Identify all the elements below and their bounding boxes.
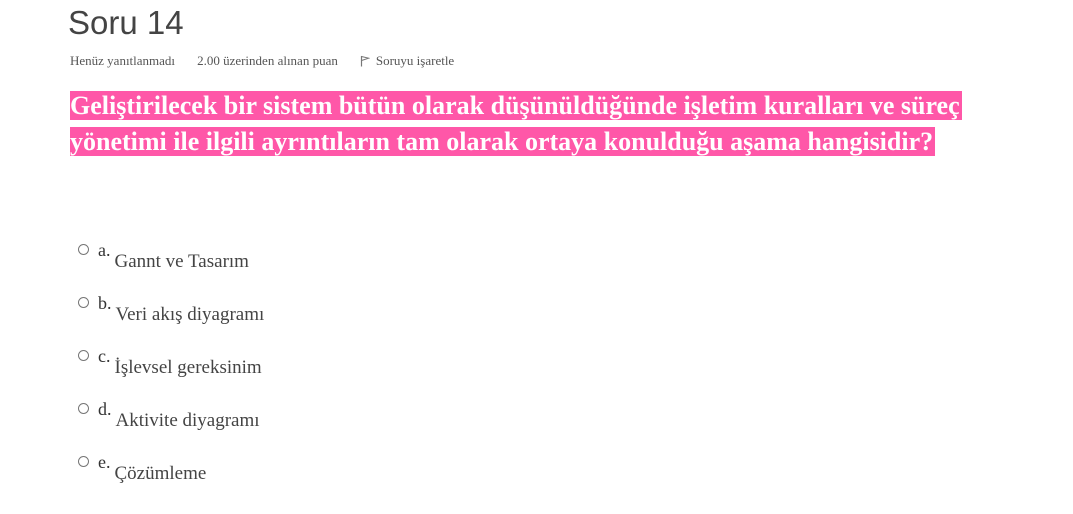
- answer-option-e[interactable]: e. Çözümleme: [78, 452, 264, 505]
- answer-options: a. Gannt ve Tasarım b. Veri akış diyagra…: [78, 240, 264, 505]
- answer-option-c[interactable]: c. İşlevsel gereksinim: [78, 346, 264, 399]
- answer-text[interactable]: Çözümleme: [115, 464, 207, 484]
- question-text: Geliştirilecek bir sistem bütün olarak d…: [70, 88, 1060, 160]
- radio-button[interactable]: [78, 244, 89, 255]
- flag-question-link[interactable]: Soruyu işaretle: [360, 52, 454, 70]
- answer-option-a[interactable]: a. Gannt ve Tasarım: [78, 240, 264, 293]
- question-status: Henüz yanıtlanmadı: [70, 53, 176, 68]
- flag-icon: [360, 55, 370, 67]
- radio-button[interactable]: [78, 350, 89, 361]
- answer-text[interactable]: Veri akış diyagramı: [116, 305, 265, 325]
- radio-button[interactable]: [78, 456, 89, 467]
- answer-text[interactable]: Gannt ve Tasarım: [115, 252, 249, 272]
- question-title: Soru 14: [68, 4, 184, 41]
- answer-option-d[interactable]: d. Aktivite diyagramı: [78, 399, 264, 452]
- quiz-question-page: Soru 14 Henüz yanıtlanmadı 2.00 üzerinde…: [0, 0, 1073, 514]
- answer-letter: d.: [98, 399, 112, 419]
- answer-text[interactable]: Aktivite diyagramı: [116, 411, 260, 431]
- question-text-highlight: Geliştirilecek bir sistem bütün olarak d…: [70, 91, 962, 156]
- radio-button[interactable]: [78, 297, 89, 308]
- answer-letter: a.: [98, 240, 111, 260]
- answer-letter: e.: [98, 452, 111, 472]
- flag-question-label[interactable]: Soruyu işaretle: [376, 52, 454, 70]
- question-info: Henüz yanıtlanmadı 2.00 üzerinden alınan…: [70, 52, 454, 70]
- radio-button[interactable]: [78, 403, 89, 414]
- answer-option-b[interactable]: b. Veri akış diyagramı: [78, 293, 264, 346]
- answer-letter: b.: [98, 293, 112, 313]
- answer-text[interactable]: İşlevsel gereksinim: [115, 358, 262, 378]
- answer-letter: c.: [98, 346, 111, 366]
- question-points: 2.00 üzerinden alınan puan: [197, 53, 338, 68]
